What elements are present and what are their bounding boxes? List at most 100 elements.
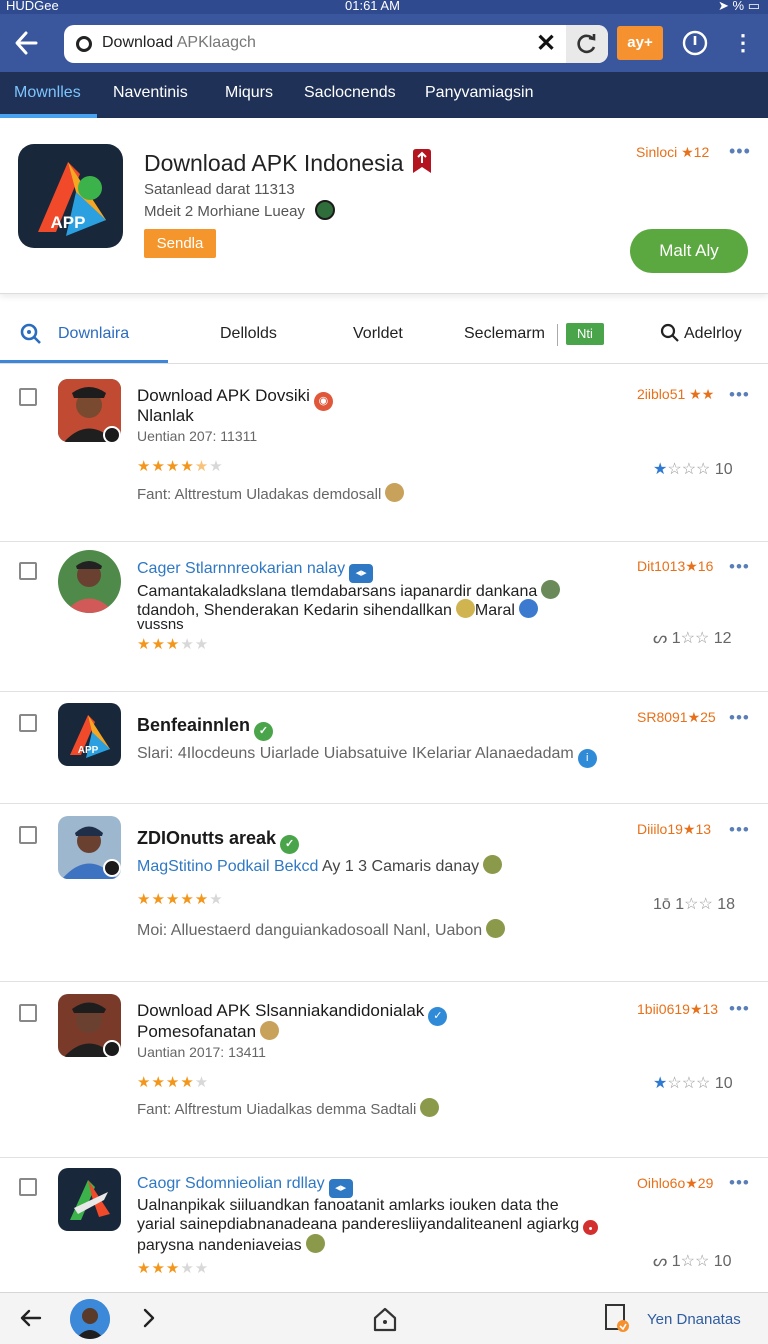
app-logo: APP <box>58 703 121 766</box>
category-button[interactable]: Sendla <box>144 229 216 258</box>
select-checkbox[interactable] <box>19 388 37 406</box>
item-description: Camantakaladkslana tlemdabarsans iapanar… <box>137 580 561 601</box>
item-title-line2: Pomesofanatan <box>137 1021 280 1042</box>
item-meta: SR8091★25 <box>637 709 716 725</box>
app-logo <box>58 1168 121 1231</box>
filter-tab-adelrloy[interactable]: Adelrloy <box>684 325 742 343</box>
developer-avatar-icon <box>315 200 335 220</box>
avatar <box>58 550 121 613</box>
active-filter-indicator <box>0 360 168 363</box>
profile-avatar[interactable] <box>70 1299 110 1339</box>
filter-tab-downloads[interactable]: Downlaira <box>58 325 129 343</box>
select-checkbox[interactable] <box>19 1004 37 1022</box>
svg-text:APP: APP <box>78 745 99 756</box>
status-bar: HUDGee 01:61 AM ➤ % ▭ <box>0 0 768 14</box>
bookmark-icon[interactable] <box>411 148 433 174</box>
tabs-icon[interactable] <box>604 1303 630 1333</box>
filter-bar: Downlaira Dellolds Vorldet Seclemarm Nti… <box>0 306 768 364</box>
filter-tab-seclemarm[interactable]: Seclemarm <box>464 325 545 343</box>
emoji-icon <box>305 1234 325 1253</box>
clear-icon[interactable]: ✕ <box>534 31 558 57</box>
downloads-link[interactable]: Yen Dnanatas <box>647 1311 741 1328</box>
back-arrow-icon[interactable] <box>18 1305 44 1331</box>
select-checkbox[interactable] <box>19 826 37 844</box>
item-description: Slari: 4Ilocdeuns Uiarlade Uiabsatuive I… <box>137 744 597 768</box>
list-item[interactable]: Download APK Slsanniakandidonialak ✓ Pome… <box>0 982 768 1158</box>
item-meta: 2iiblo51 ★★ <box>637 386 715 402</box>
reload-icon[interactable] <box>566 25 608 63</box>
carrier-label: HUDGee <box>6 0 59 13</box>
more-options-icon[interactable]: ••• <box>729 1173 753 1193</box>
item-meta: Diiilo19★13 <box>637 821 712 837</box>
filter-tab-vorldet[interactable]: Vorldet <box>353 325 403 343</box>
globe-icon <box>518 599 538 618</box>
overflow-menu-icon[interactable]: ⋮ <box>732 30 754 56</box>
emoji-icon <box>455 599 475 618</box>
more-options-icon[interactable]: ••• <box>729 557 753 577</box>
user-rating: ᔕ 1☆☆ 12 <box>653 630 732 647</box>
select-checkbox[interactable] <box>19 562 37 580</box>
more-options-icon[interactable]: ••• <box>729 708 753 728</box>
item-description: Ualnanpikak siiluandkan fanoatanit amlar… <box>137 1197 559 1214</box>
divider <box>557 324 558 346</box>
shield-icon[interactable] <box>680 28 710 58</box>
item-description: Fant: Alttrestum Uladakas demdosall <box>137 483 405 504</box>
user-rating: ★☆☆☆ 10 <box>653 1075 733 1092</box>
more-options-icon[interactable]: ••• <box>729 140 753 162</box>
item-version: Uantian 2017: 13411 <box>137 1044 266 1060</box>
user-icon <box>385 483 405 502</box>
app-meta: Sinloci ★12 <box>636 144 710 160</box>
item-description-line2: yarial sainepdiabnanadeana panderesliiya… <box>137 1215 599 1235</box>
svg-text:APP: APP <box>51 213 86 232</box>
star-rating: ★★★★★ <box>137 1074 210 1091</box>
tab-panyvamiagsin[interactable]: Panyvamiagsin <box>425 84 534 102</box>
select-checkbox[interactable] <box>19 1178 37 1196</box>
home-icon[interactable] <box>371 1305 399 1333</box>
search-icon[interactable] <box>660 323 680 343</box>
verified-icon <box>103 1040 121 1058</box>
tab-saclocnends[interactable]: Saclocnends <box>304 84 396 102</box>
check-icon: ✓ <box>254 722 274 741</box>
list-item[interactable]: Caogr Sdomnieolian rdllay ◂▸ Ualnanpikak … <box>0 1158 768 1292</box>
item-meta: Oihlo6o★29 <box>637 1175 714 1191</box>
tab-naventinis[interactable]: Naventinis <box>113 84 188 102</box>
verified-icon <box>103 859 121 877</box>
more-options-icon[interactable]: ••• <box>729 999 753 1019</box>
star-rating: ★★★★★ <box>137 1260 210 1277</box>
tab-miqurs[interactable]: Miqurs <box>225 84 273 102</box>
battery-indicator: ➤ % ▭ <box>718 0 760 13</box>
filter-tab-dellolds[interactable]: Dellolds <box>220 325 277 343</box>
list-item[interactable]: ZDIOnutts areak ✓ MagStitino Podkail Bekc… <box>0 804 768 982</box>
address-bar[interactable]: Download APKlaagch ✕ <box>64 25 608 63</box>
more-options-icon[interactable]: ••• <box>729 385 753 405</box>
emoji-icon <box>483 855 503 874</box>
list-item[interactable]: Cager Stlarnnreokarian nalay ◂▸ Camantaka… <box>0 542 768 692</box>
item-subtitle[interactable]: MagStitino Podkail Bekcd Ay 1 3 Camaris … <box>137 855 503 876</box>
site-info-icon[interactable] <box>76 36 92 52</box>
item-title: ZDIOnutts areak ✓ <box>137 828 300 854</box>
address-text[interactable]: Download APKlaagch <box>102 34 256 52</box>
item-title: Caogr Sdomnieolian rdllay ◂▸ <box>137 1174 353 1198</box>
emoji-icon <box>541 580 561 599</box>
select-checkbox[interactable] <box>19 714 37 732</box>
nav-tabs: Mownlles Naventinis Miqurs Saclocnends P… <box>0 72 768 118</box>
back-arrow-icon[interactable] <box>10 26 46 60</box>
list-item[interactable]: Download APK Dovsiki ◉ Nlanlak Uentian 20… <box>0 366 768 542</box>
emoji-icon <box>420 1098 440 1117</box>
item-title-line2: Nlanlak <box>137 406 194 425</box>
hot-icon: ◉ <box>313 392 333 411</box>
clock: 01:61 AM <box>345 0 400 13</box>
forward-arrow-icon[interactable] <box>138 1305 160 1331</box>
star-rating: ★★★★★★ <box>137 891 224 908</box>
more-options-icon[interactable]: ••• <box>729 820 753 840</box>
app-header-card: APP Download APK Indonesia Satanlead dar… <box>0 118 768 294</box>
item-title: Benfeainnlen ✓ <box>137 715 274 741</box>
install-button[interactable]: Malt Aly <box>630 229 748 273</box>
emoji-icon <box>486 919 506 938</box>
alert-icon: • <box>583 1220 599 1235</box>
new-badge: Nti <box>566 323 604 345</box>
search-icon[interactable] <box>20 323 42 345</box>
list-item[interactable]: APP Benfeainnlen ✓ Slari: 4Ilocdeuns Uiar… <box>0 692 768 804</box>
tab-downloads[interactable]: Mownlles <box>14 84 81 102</box>
extension-button[interactable]: ay+ <box>617 26 663 60</box>
